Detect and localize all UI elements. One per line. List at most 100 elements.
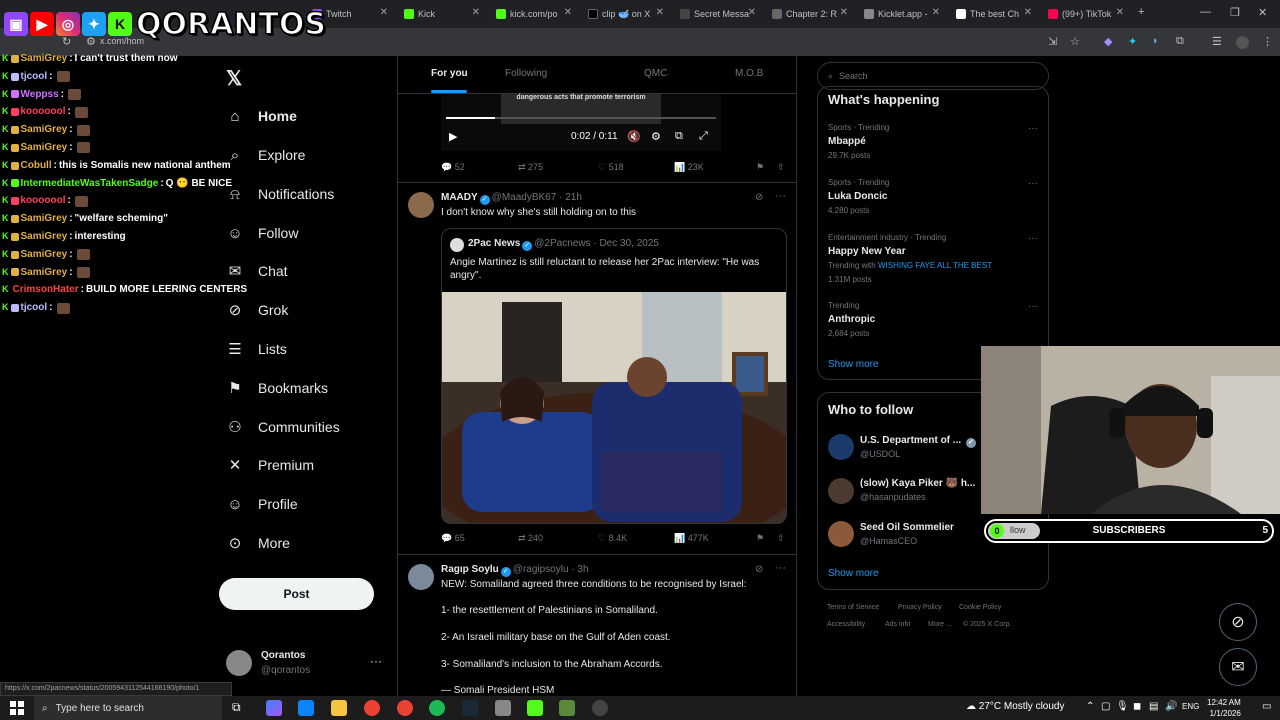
quoted-tweet[interactable]: 2Pac News ✓ @2Pacnews · Dec 30, 2025 Angie… (441, 228, 787, 524)
more-dots-icon[interactable]: ··· (370, 654, 382, 668)
tab-tiktok[interactable]: (99+) TikTok ✕ (1042, 4, 1130, 24)
app-tray-icon[interactable]: ▢ (1101, 701, 1110, 712)
more-dots-icon[interactable]: ··· (775, 562, 786, 574)
author-name[interactable]: Ragıp Soylu (441, 564, 499, 575)
close-icon[interactable]: ✕ (1024, 7, 1032, 18)
avatar[interactable] (828, 478, 854, 504)
tab-kick-po[interactable]: kick.com/po ✕ (490, 4, 578, 24)
trend-context-link[interactable]: WISHING FAYE ALL THE BEST (878, 261, 992, 270)
minimize-icon[interactable]: — (1200, 6, 1211, 18)
grok-icon[interactable]: ⊘ (755, 564, 763, 575)
more-dots-icon[interactable]: ··· (775, 190, 786, 202)
network-icon[interactable]: ▤ (1149, 701, 1158, 712)
chevron-up-icon[interactable]: ⌃ (1086, 701, 1094, 712)
like-button[interactable]: ♡ 518 (598, 162, 624, 173)
author-handle[interactable]: @ragipsoylu (513, 564, 569, 575)
more-dots-icon[interactable]: ··· (1028, 233, 1038, 244)
tab-qmc[interactable]: QMC (644, 68, 667, 79)
avatar[interactable] (408, 192, 434, 218)
reply-button[interactable]: 💬 65 (441, 533, 465, 544)
tab-secret[interactable]: Secret Messa ✕ (674, 4, 762, 24)
tab-for-you[interactable]: For you (431, 68, 468, 79)
chrome-icon[interactable] (397, 700, 413, 716)
post-button[interactable]: Post (219, 578, 374, 610)
task-view-icon[interactable]: ⧉ (232, 700, 248, 716)
nav-item-lists[interactable]: ☰ Lists (226, 335, 287, 363)
notifications-icon[interactable]: ▭ (1262, 701, 1271, 712)
grok-float-button[interactable]: ⊘ (1219, 603, 1257, 641)
mute-icon[interactable]: 🔇 (627, 130, 641, 143)
footer-link[interactable]: Ads info (885, 621, 910, 628)
nav-item-profile[interactable]: ☺ Profile (226, 490, 297, 518)
extension-icon[interactable]: ◆ (1104, 35, 1112, 48)
copilot-icon[interactable] (266, 700, 282, 716)
nav-item-premium[interactable]: ✕ Premium (226, 451, 314, 479)
more-dots-icon[interactable]: ··· (1028, 123, 1038, 134)
footer-link[interactable]: Terms of Service (827, 604, 879, 611)
app-icon[interactable] (559, 700, 575, 716)
trend-name[interactable]: Anthropic (828, 314, 875, 325)
nav-item-communities[interactable]: ⚇ Communities (226, 413, 339, 441)
tweet-time[interactable]: 3h (577, 564, 588, 575)
clock[interactable]: 12:42 AM 1/1/2026 (1207, 697, 1241, 719)
extension-icon[interactable]: ◗ (1152, 35, 1159, 47)
tab-chapter[interactable]: Chapter 2: R ✕ (766, 4, 854, 24)
repost-button[interactable]: ⇄ 240 (518, 533, 543, 544)
close-icon[interactable]: ✕ (748, 7, 756, 18)
footer-link[interactable]: Accessibility (827, 621, 865, 628)
app-icon[interactable] (495, 700, 511, 716)
footer-link[interactable]: More … (928, 621, 953, 628)
show-more-link[interactable]: Show more (828, 568, 879, 579)
share-icon[interactable]: ⇧ (777, 533, 785, 544)
tweet-time[interactable]: 21h (565, 192, 582, 203)
views-button[interactable]: 📊 477K (674, 533, 709, 544)
obs-icon[interactable] (592, 700, 608, 716)
windows-start-icon[interactable] (10, 701, 24, 715)
video-player[interactable]: dangerous acts that promote terrorism ▶ … (441, 94, 721, 151)
close-icon[interactable]: ✕ (380, 7, 388, 18)
edge-icon[interactable] (298, 700, 314, 716)
trend-name[interactable]: Mbappé (828, 136, 866, 147)
close-icon[interactable]: ✕ (564, 7, 572, 18)
nav-item-more[interactable]: ⊙ More (226, 529, 290, 557)
author-name[interactable]: MAADY (441, 192, 478, 203)
settings-icon[interactable]: ⚙ (651, 130, 661, 143)
menu-icon[interactable]: ⋮ (1262, 35, 1273, 48)
play-icon[interactable]: ▶ (449, 130, 457, 143)
account-switcher[interactable]: Qorantos @qorantos ··· (226, 648, 386, 678)
avatar[interactable] (408, 564, 434, 590)
maximize-icon[interactable]: ❐ (1230, 6, 1240, 19)
tab-kick[interactable]: Kick ✕ (398, 4, 486, 24)
tab-clip[interactable]: clip 🥣 on X ✕ (582, 4, 670, 24)
profile-avatar-icon[interactable] (1236, 36, 1249, 49)
close-icon[interactable]: ✕ (656, 7, 664, 18)
share-icon[interactable]: ⇧ (777, 162, 785, 173)
bookmark-icon[interactable]: ⚑ (756, 162, 764, 173)
tab-best[interactable]: The best Ch ✕ (950, 4, 1038, 24)
bookmark-star-icon[interactable]: ☆ (1070, 35, 1080, 48)
nav-item-notifications[interactable]: ⍾ Notifications (226, 180, 334, 208)
new-tab-icon[interactable]: + (1138, 6, 1144, 18)
kick-app-icon[interactable] (527, 700, 543, 716)
trend-name[interactable]: Luka Doncic (828, 191, 887, 202)
tray-icon[interactable]: ◼ (1133, 701, 1141, 712)
more-dots-icon[interactable]: ··· (1028, 301, 1038, 312)
taskbar-search[interactable]: ⌕ Type here to search (34, 696, 222, 720)
steam-icon[interactable] (462, 700, 478, 716)
close-icon[interactable]: ✕ (1116, 7, 1124, 18)
account-name[interactable]: (slow) Kaya Piker 🐻 h... (860, 478, 975, 489)
tweet-photo[interactable] (442, 292, 786, 523)
picture-in-picture-icon[interactable]: ⧉ (675, 130, 683, 143)
close-icon[interactable]: ✕ (472, 7, 480, 18)
avatar[interactable] (828, 434, 854, 460)
avatar[interactable] (828, 521, 854, 547)
repost-button[interactable]: ⇄ 275 (518, 162, 543, 173)
footer-link[interactable]: Privacy Policy (898, 604, 942, 611)
extensions-puzzle-icon[interactable]: ⧉ (1176, 35, 1184, 48)
microphone-icon[interactable]: 🎙 (1116, 701, 1129, 712)
language-indicator[interactable]: ENG (1182, 702, 1199, 711)
footer-link[interactable]: Cookie Policy (959, 604, 1001, 611)
close-icon[interactable]: ✕ (932, 7, 940, 18)
volume-icon[interactable]: 🔊 (1165, 701, 1177, 712)
video-progress-bar[interactable] (446, 117, 716, 119)
